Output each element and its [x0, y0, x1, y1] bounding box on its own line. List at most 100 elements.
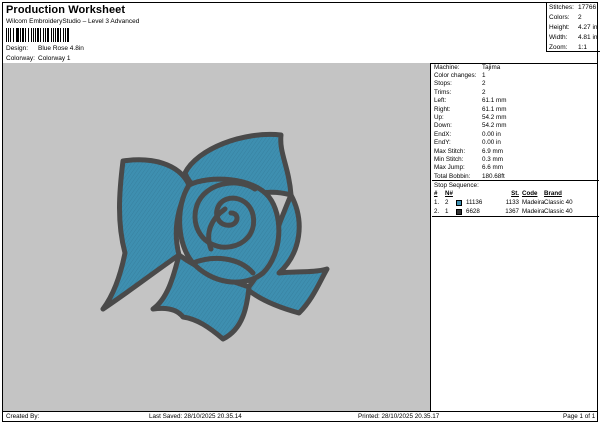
info-row: Trims: 2: [432, 88, 599, 96]
info-label: Total Bobbin:: [434, 172, 471, 180]
info-value: 54.2 mm: [482, 122, 507, 130]
design-label: Design:: [6, 45, 29, 52]
design-preview: [3, 63, 431, 411]
row-swatch: [456, 208, 466, 215]
stop-sequence-title: Stop Sequence:: [432, 180, 599, 189]
row-stitches: 1133: [505, 199, 519, 207]
row-stitches: 1367: [505, 208, 519, 216]
info-row: Max Stitch: 6.9 mm: [432, 147, 599, 155]
stat-label: Colors:: [549, 13, 570, 21]
stop-sequence-header: # N# St. Code Brand: [432, 189, 599, 198]
row-needle: 2: [445, 199, 449, 207]
row-brand: Classic 40: [544, 208, 573, 216]
col-needle: N#: [445, 190, 453, 198]
row-swatch: [456, 199, 466, 206]
stat-value: 4.27 in: [578, 23, 598, 31]
info-value: 0.3 mm: [482, 155, 503, 163]
col-code: Code: [522, 190, 538, 198]
row-needle: 1: [445, 208, 449, 216]
software-subtitle: Wilcom EmbroideryStudio – Level 3 Advanc…: [6, 18, 140, 25]
stat-value: 1:1: [578, 43, 588, 51]
stat-value: 4.81 in: [578, 33, 598, 41]
stat-row-colors: Colors: 2: [547, 12, 600, 22]
col-brand: Brand: [544, 190, 562, 198]
barcode-bar: [69, 28, 70, 42]
stat-row-stitches: Stitches: 17766: [547, 2, 600, 12]
color-swatch: [456, 208, 462, 215]
barcode: [6, 28, 131, 42]
footer-printed: Printed: 28/10/2025 20.35.17: [358, 413, 440, 420]
info-value: 0.00 in: [482, 139, 501, 147]
info-row: Max Jump: 6.6 mm: [432, 164, 599, 172]
row-code: Madeira: [522, 199, 545, 207]
row-code: Madeira: [522, 208, 545, 216]
info-label: Right:: [434, 105, 451, 113]
info-label: Up:: [434, 114, 444, 122]
stat-row-width: Width: 4.81 in: [547, 32, 600, 42]
stop-sequence-row: 1. 2 11136 1133 Madeira Classic 40: [432, 198, 599, 207]
info-label: EndY:: [434, 139, 451, 147]
footer-page: Page 1 of 1: [563, 413, 596, 420]
info-value: 6.6 mm: [482, 164, 503, 172]
info-value: 2: [482, 88, 486, 96]
info-value: 6.9 mm: [482, 147, 503, 155]
color-swatch: [456, 199, 462, 206]
col-stitches: St.: [511, 190, 519, 198]
colorway-value: Colorway 1: [38, 55, 71, 62]
info-label: Max Stitch:: [434, 147, 466, 155]
info-label: Trims:: [434, 88, 452, 96]
info-label: EndX:: [434, 130, 452, 138]
design-value: Blue Rose 4.8in: [38, 45, 84, 52]
row-index: 1.: [434, 199, 440, 207]
info-row: Stops: 2: [432, 80, 599, 88]
stat-value: 2: [578, 13, 582, 21]
stat-label: Height:: [549, 23, 570, 31]
info-row: Left: 61.1 mm: [432, 97, 599, 105]
stop-sequence-divider: [432, 216, 599, 218]
info-label: Max Jump:: [434, 164, 465, 172]
info-label: Machine:: [434, 63, 460, 71]
info-row: Up: 54.2 mm: [432, 113, 599, 121]
info-row: Right: 61.1 mm: [432, 105, 599, 113]
info-value: 180.68ft: [482, 172, 505, 180]
rose-embroidery-image: [100, 131, 330, 342]
stat-label: Width:: [549, 33, 568, 41]
production-worksheet: Production Worksheet Wilcom EmbroiderySt…: [2, 2, 600, 422]
info-label: Down:: [434, 122, 452, 130]
info-row: Down: 54.2 mm: [432, 122, 599, 130]
info-label: Stops:: [434, 80, 452, 88]
info-row: Total Bobbin: 180.68ft: [432, 172, 599, 180]
info-value: 61.1 mm: [482, 105, 507, 113]
info-value: Tajima: [482, 63, 501, 71]
info-value: 54.2 mm: [482, 114, 507, 122]
info-value: 0.00 in: [482, 130, 501, 138]
info-value: 2: [482, 80, 486, 88]
stat-label: Stitches:: [549, 3, 574, 11]
stat-row-zoom: Zoom: 1:1: [547, 42, 600, 52]
rose-petals: [100, 131, 330, 342]
row-color-name: 11136: [466, 199, 483, 207]
design-row: Design: Blue Rose 4.8in: [6, 45, 84, 52]
colorway-row: Colorway: Colorway 1: [6, 55, 71, 62]
row-brand: Classic 40: [544, 199, 573, 207]
info-label: Color changes:: [434, 72, 477, 80]
footer: Created By: Last Saved: 28/10/2025 20.35…: [3, 412, 599, 422]
info-value: 61.1 mm: [482, 97, 507, 105]
info-label: Min Stitch:: [434, 155, 464, 163]
row-color-name: 6628: [466, 208, 480, 216]
stat-row-height: Height: 4.27 in: [547, 22, 600, 32]
colorway-label: Colorway:: [6, 55, 35, 62]
row-index: 2.: [434, 208, 440, 216]
footer-created-by: Created By:: [6, 413, 40, 420]
info-row: EndY: 0.00 in: [432, 139, 599, 147]
col-index: #: [434, 190, 438, 198]
info-panel: Machine: Tajima Color changes: 1 Stops: 2 T…: [432, 63, 599, 218]
page-title: Production Worksheet: [6, 4, 126, 16]
info-row: EndX: 0.00 in: [432, 130, 599, 138]
info-value: 1: [482, 72, 486, 80]
info-row: Min Stitch: 0.3 mm: [432, 155, 599, 163]
info-row: Color changes: 1: [432, 71, 599, 79]
info-row: Machine: Tajima: [432, 63, 599, 71]
info-label: Left:: [434, 97, 447, 105]
stats-box: Stitches: 17766 Colors: 2 Height: 4.27 in W…: [546, 2, 600, 52]
